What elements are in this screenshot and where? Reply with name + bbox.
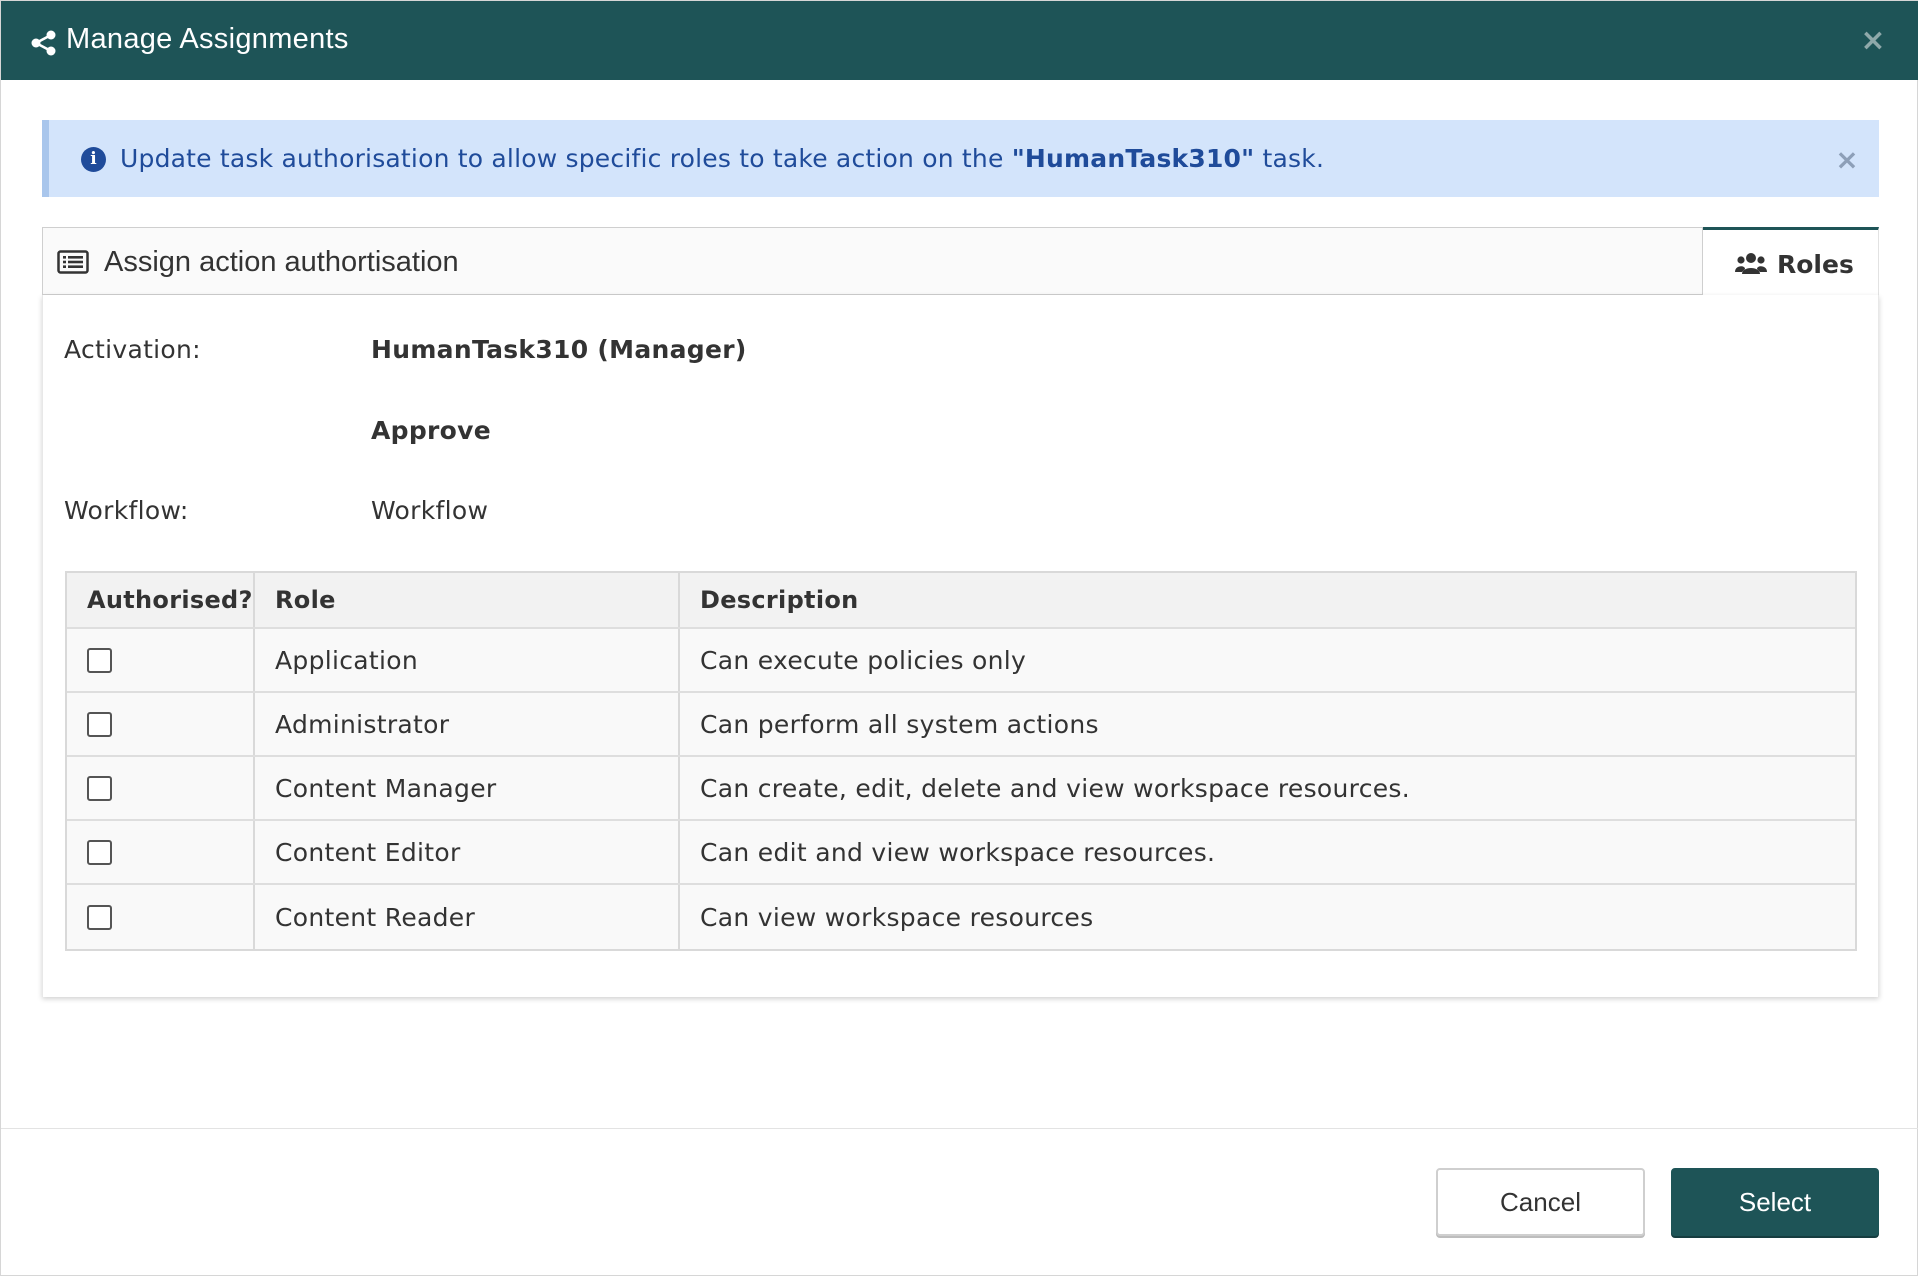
table-row: Administrator Can perform all system act…: [67, 693, 1855, 757]
alert-text-after: task.: [1254, 144, 1325, 173]
alert-close-icon[interactable]: ×: [1834, 145, 1860, 175]
table-row: Application Can execute policies only: [67, 629, 1855, 693]
authorised-checkbox[interactable]: [87, 904, 112, 930]
footer-divider: [1, 1128, 1918, 1129]
workflow-label: Workflow:: [64, 496, 189, 525]
description-cell: Can edit and view workspace resources.: [700, 837, 1216, 867]
role-cell: Content Editor: [255, 821, 680, 883]
description-cell: Can execute policies only: [700, 645, 1027, 675]
roles-panel: Activation: HumanTask310 (Manager) Appro…: [42, 295, 1879, 997]
table-header-row: Authorised? Role Description: [67, 573, 1855, 629]
authorised-cell: [67, 821, 255, 883]
role-cell: Content Manager: [255, 757, 680, 819]
manage-assignments-dialog: Manage Assignments × i Update task autho…: [0, 0, 1918, 1276]
role-cell: Content Reader: [255, 885, 680, 949]
list-alt-icon: [57, 250, 89, 274]
cancel-button[interactable]: Cancel: [1436, 1168, 1645, 1236]
section-tabbar: Assign action authortisation Roles: [42, 227, 1879, 297]
authorised-checkbox[interactable]: [87, 711, 112, 737]
role-cell: Application: [255, 629, 680, 691]
dialog-title: Manage Assignments: [66, 23, 349, 55]
info-alert: i Update task authorisation to allow spe…: [42, 120, 1879, 197]
authorised-cell: [67, 693, 255, 755]
table-row: Content Reader Can view workspace resour…: [67, 885, 1855, 949]
activation-value: HumanTask310 (Manager): [371, 335, 747, 364]
description-cell: Can perform all system actions: [700, 709, 1099, 739]
authorised-checkbox[interactable]: [87, 775, 112, 801]
column-header-role[interactable]: Role: [255, 573, 680, 627]
column-header-authorised[interactable]: Authorised?: [67, 573, 255, 627]
close-icon[interactable]: ×: [1859, 25, 1887, 57]
workflow-value: Workflow: [371, 496, 489, 525]
share-nodes-icon: [31, 30, 56, 56]
alert-text-before: Update task authorisation to allow speci…: [120, 144, 1012, 173]
section-title-bar: Assign action authortisation: [42, 227, 1703, 295]
column-header-description[interactable]: Description: [680, 573, 1855, 627]
authorised-checkbox[interactable]: [87, 647, 112, 673]
section-title: Assign action authortisation: [104, 246, 459, 278]
authorised-cell: [67, 885, 255, 949]
authorised-checkbox[interactable]: [87, 839, 112, 865]
dialog-header: Manage Assignments ×: [1, 1, 1918, 80]
table-row: Content Editor Can edit and view workspa…: [67, 821, 1855, 885]
alert-task-name: "HumanTask310": [1011, 144, 1255, 173]
info-circle-icon: i: [81, 147, 106, 172]
roles-table: Authorised? Role Description Application…: [65, 571, 1857, 951]
authorised-cell: [67, 757, 255, 819]
role-cell: Administrator: [255, 693, 680, 755]
description-cell: Can create, edit, delete and view worksp…: [700, 773, 1410, 803]
authorised-cell: [67, 629, 255, 691]
activation-label: Activation:: [64, 335, 201, 364]
action-value: Approve: [371, 416, 491, 445]
alert-message: Update task authorisation to allow speci…: [120, 144, 1324, 173]
table-row: Content Manager Can create, edit, delete…: [67, 757, 1855, 821]
tab-roles-label: Roles: [1777, 250, 1854, 279]
users-icon: [1735, 253, 1767, 274]
select-button[interactable]: Select: [1671, 1168, 1879, 1236]
description-cell: Can view workspace resources: [700, 902, 1094, 932]
tab-roles[interactable]: Roles: [1703, 227, 1879, 297]
